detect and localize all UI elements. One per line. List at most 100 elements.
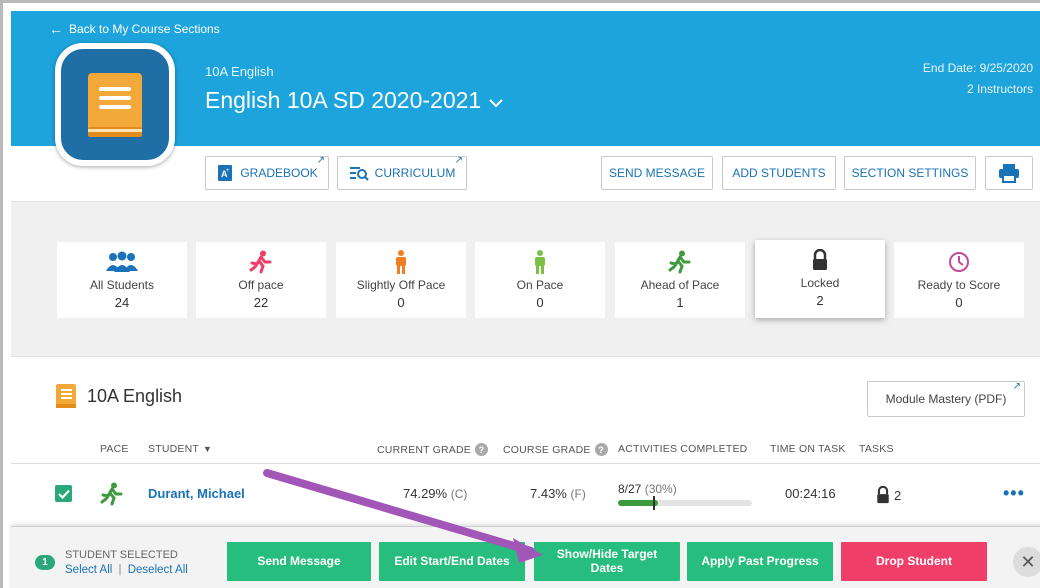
stat-ahead-of-pace[interactable]: Ahead of Pace 1 (615, 242, 745, 318)
stat-label: Slightly Off Pace (356, 278, 446, 292)
back-link[interactable]: ← Back to My Course Sections (49, 21, 220, 37)
app-frame: ← Back to My Course Sections 10A English… (0, 0, 1040, 588)
curriculum-label: CURRICULUM (374, 166, 456, 180)
help-icon[interactable]: ? (475, 443, 488, 456)
course-logo (55, 43, 175, 166)
module-mastery-pdf-button[interactable]: Module Mastery (PDF) ↗ (867, 381, 1025, 417)
activities-done: 8/27 (618, 482, 642, 496)
stat-count: 0 (955, 295, 963, 310)
external-link-icon: ↗ (1012, 381, 1021, 392)
stat-ready-to-score[interactable]: Ready to Score 0 (894, 242, 1024, 318)
back-link-label: Back to My Course Sections (69, 22, 220, 36)
pace-indicator (100, 482, 124, 511)
printer-icon (999, 164, 1019, 183)
row-more-menu-icon[interactable]: ••• (1003, 483, 1025, 504)
current-grade-letter: (C) (450, 487, 468, 501)
col-header-tasks: TASKS (859, 443, 894, 455)
section-settings-button[interactable]: SECTION SETTINGS (844, 156, 976, 190)
send-message-label: SEND MESSAGE (608, 166, 706, 180)
tasks-count: 2 (894, 487, 902, 503)
activities-completed-text: 8/27 (30%) (618, 482, 677, 496)
end-date: End Date: 9/25/2020 (922, 61, 1033, 75)
drop-student-button[interactable]: Drop Student (841, 542, 987, 581)
curriculum-button[interactable]: CURRICULUM ↗ (337, 155, 467, 190)
module-mastery-label: Module Mastery (PDF) (885, 392, 1007, 406)
stat-label: Locked (800, 276, 840, 290)
standing-person-icon (535, 250, 545, 274)
pace-stats-band: All Students 24 Off pace 22 Slightly Off… (11, 201, 1040, 357)
time-on-task-cell: 00:24:16 (785, 486, 836, 501)
stat-on-pace[interactable]: On Pace 0 (475, 242, 605, 318)
lock-icon (877, 486, 889, 504)
row-select-checkbox[interactable] (55, 485, 72, 502)
stat-count: 2 (816, 293, 824, 308)
header-divider (11, 463, 1040, 464)
stat-label: Ready to Score (917, 278, 1001, 292)
curriculum-search-icon (349, 167, 369, 181)
current-grade-value: 74.29% (403, 486, 448, 501)
show-hide-line2: Dates (590, 560, 624, 575)
gradebook-button[interactable]: A + GRADEBOOK ↗ (205, 155, 329, 190)
stat-locked[interactable]: Locked 2 (755, 240, 885, 318)
tasks-cell[interactable]: 2 (875, 486, 901, 504)
help-icon[interactable]: ? (594, 443, 608, 456)
col-header-current-grade: CURRENT GRADE ? (377, 443, 488, 456)
col-header-time-on-task: TIME ON TASK (770, 443, 846, 455)
stat-count: 22 (253, 295, 269, 310)
external-link-icon: ↗ (454, 155, 463, 166)
select-all-link[interactable]: Select All (65, 564, 112, 576)
target-marker (652, 496, 655, 510)
send-message-action-button[interactable]: Send Message (227, 542, 371, 581)
col-header-course-grade: COURSE GRADE ? (503, 443, 608, 456)
stat-label: All Students (89, 278, 155, 292)
check-icon (57, 489, 70, 499)
stat-count: 0 (536, 295, 544, 310)
section-heading: 10A English (55, 383, 182, 409)
chevron-down-icon (489, 98, 503, 107)
course-code: 10A English (205, 64, 274, 79)
show-hide-line1: Show/Hide Target (556, 546, 658, 561)
col-header-student-label: STUDENT (148, 443, 199, 455)
sort-down-icon: ▼ (202, 444, 213, 454)
stat-slightly-off-pace[interactable]: Slightly Off Pace 0 (336, 242, 466, 318)
activities-progress-bar (618, 496, 752, 510)
running-person-icon (249, 250, 272, 274)
external-link-icon: ↗ (316, 155, 325, 166)
print-button[interactable] (985, 156, 1033, 190)
stat-off-pace[interactable]: Off pace 22 (196, 242, 326, 318)
edit-dates-button[interactable]: Edit Start/End Dates (379, 542, 525, 581)
add-students-label: ADD STUDENTS (732, 166, 826, 180)
selection-links: Select All | Deselect All (65, 564, 188, 576)
selected-count-badge: 1 (35, 555, 55, 570)
stat-count: 1 (676, 295, 684, 310)
close-icon[interactable]: ✕ (1013, 547, 1040, 577)
deselect-all-link[interactable]: Deselect All (128, 564, 188, 576)
stat-label: On Pace (516, 278, 564, 292)
lock-icon (813, 249, 827, 270)
apply-past-progress-button[interactable]: Apply Past Progress (687, 542, 833, 581)
col-header-activities: ACTIVITIES COMPLETED (618, 443, 748, 455)
course-title-dropdown[interactable]: English 10A SD 2020-2021 (205, 87, 503, 114)
stat-all-students[interactable]: All Students 24 (57, 242, 187, 318)
send-message-button[interactable]: SEND MESSAGE (601, 156, 713, 190)
gradebook-label: GRADEBOOK (240, 166, 318, 180)
link-separator: | (118, 564, 122, 576)
running-person-icon (668, 250, 691, 274)
current-grade-cell: 74.29% (C) (403, 486, 467, 501)
add-students-button[interactable]: ADD STUDENTS (722, 156, 836, 190)
col-header-current-grade-label: CURRENT GRADE (377, 443, 471, 456)
running-person-icon (100, 482, 123, 506)
section-settings-label: SECTION SETTINGS (851, 166, 969, 180)
show-hide-target-dates-button[interactable]: Show/Hide Target Dates (534, 542, 680, 581)
stat-count: 0 (397, 295, 405, 310)
col-header-student[interactable]: STUDENT ▼ (148, 443, 212, 455)
group-icon (106, 251, 138, 272)
activities-percent: (30%) (644, 482, 677, 496)
stat-count: 24 (114, 295, 130, 310)
course-grade-cell: 7.43% (F) (530, 486, 586, 501)
student-name-link[interactable]: Durant, Michael (148, 486, 245, 501)
book-icon (56, 384, 76, 408)
stat-label: Off pace (238, 278, 284, 292)
col-header-pace: PACE (100, 443, 129, 455)
selected-label: STUDENT SELECTED (65, 549, 178, 561)
